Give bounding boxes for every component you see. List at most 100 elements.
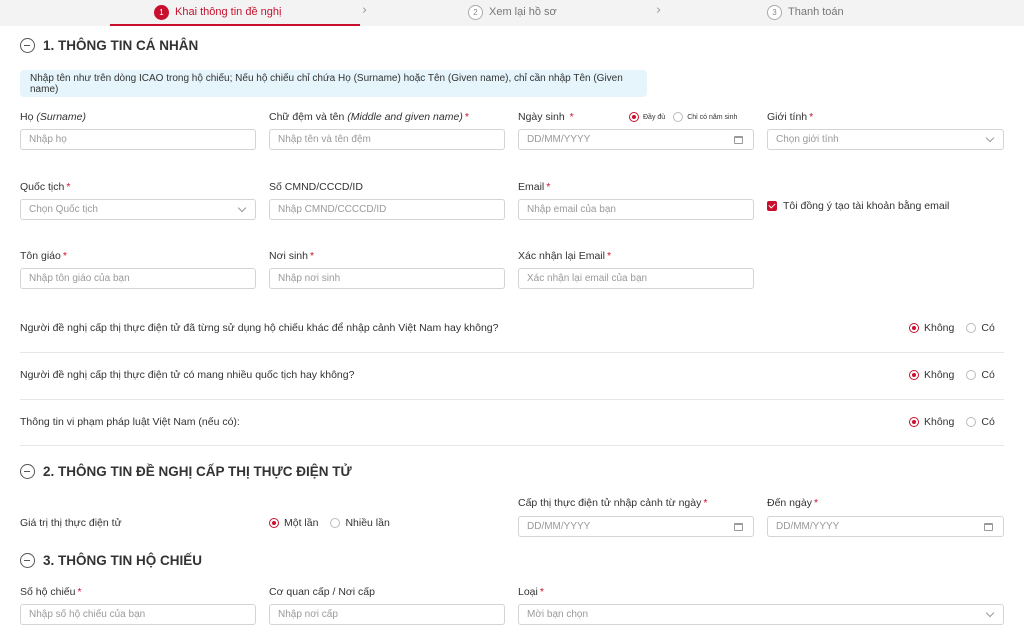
step-2[interactable]: 2 Xem lại hồ sơ (468, 4, 557, 20)
gender-label-text: Giới tính (767, 111, 808, 123)
visa-to-label: Đến ngày * (767, 497, 818, 509)
divider (20, 352, 1004, 353)
gender-select[interactable]: Chọn giới tính (767, 129, 1004, 150)
create-account-checkbox-row[interactable]: Tôi đồng ý tạo tài khoản bằng email (767, 200, 949, 212)
checkbox-checked-icon[interactable] (767, 201, 777, 211)
visa-to-date-input[interactable]: DD/MM/YYYY (767, 516, 1004, 537)
nationality-select[interactable]: Chọn Quốc tịch (20, 199, 256, 220)
collapse-icon[interactable] (20, 38, 35, 53)
collapse-icon[interactable] (20, 553, 35, 568)
religion-placeholder: Nhập tôn giáo của bạn (29, 273, 130, 284)
option-no[interactable]: Không (909, 416, 954, 428)
option-yes[interactable]: Có (966, 322, 995, 334)
passport-type-label-text: Loại (518, 586, 538, 598)
dob-type-radio-group: Đầy đủ Chỉ có năm sinh (629, 112, 745, 122)
visa-from-placeholder: DD/MM/YYYY (527, 521, 591, 532)
option-yes-label: Có (981, 369, 995, 381)
dob-label: Ngày sinh * (518, 111, 574, 123)
given-name-input[interactable]: Nhập tên và tên đệm (269, 129, 505, 150)
surname-label: Họ (Surname) (20, 111, 86, 123)
religion-label-text: Tôn giáo (20, 250, 61, 262)
section-visa-header[interactable]: 2. THÔNG TIN ĐỀ NGHỊ CẤP THỊ THỰC ĐIỆN T… (20, 464, 352, 479)
nationality-placeholder: Chọn Quốc tịch (29, 204, 98, 215)
chevron-down-icon (985, 608, 995, 618)
radio-selected-icon[interactable] (909, 417, 919, 427)
active-step-underline (110, 24, 360, 26)
issuer-label-text: Cơ quan cấp / Nơi cấp (269, 586, 375, 598)
step-3[interactable]: 3 Thanh toán (767, 4, 844, 20)
dob-input[interactable]: DD/MM/YYYY (518, 129, 754, 150)
chevron-right-icon: › (362, 3, 368, 18)
dob-label-text: Ngày sinh (518, 111, 565, 123)
question-multiple-nationality: Người đề nghị cấp thị thực điện tử có ma… (20, 369, 355, 381)
given-name-placeholder: Nhập tên và tên đệm (278, 134, 371, 145)
icao-info-note: Nhập tên như trên dòng ICAO trong hộ chi… (20, 70, 647, 97)
question-law-violation-radios: Không Có (909, 416, 1007, 428)
email-confirm-label: Xác nhận lại Email * (518, 250, 611, 262)
radio-selected-icon[interactable] (269, 518, 279, 528)
surname-input[interactable]: Nhập họ (20, 129, 256, 150)
required-mark: * (809, 111, 814, 123)
option-yes[interactable]: Có (966, 416, 995, 428)
birthplace-input[interactable]: Nhập nơi sinh (269, 268, 505, 289)
visa-to-label-text: Đến ngày (767, 497, 812, 509)
given-name-label-text: Chữ đệm và tên (269, 111, 345, 123)
given-name-label: Chữ đệm và tên (Middle and given name) * (269, 111, 469, 123)
surname-label-text: Họ (20, 111, 34, 123)
section-passport-title: 3. THÔNG TIN HỘ CHIẾU (43, 553, 203, 568)
religion-input[interactable]: Nhập tôn giáo của bạn (20, 268, 256, 289)
passport-type-label: Loại * (518, 586, 544, 598)
dob-full-label: Đầy đủ (643, 113, 666, 121)
email-input[interactable]: Nhập email của bạn (518, 199, 754, 220)
required-mark: * (62, 250, 67, 262)
radio-icon[interactable] (966, 417, 977, 427)
section-passport-header[interactable]: 3. THÔNG TIN HỘ CHIẾU (20, 553, 202, 568)
passport-type-select[interactable]: Mời bạn chọn (518, 604, 1004, 625)
radio-selected-icon[interactable] (909, 370, 919, 380)
question-multiple-nationality-radios: Không Có (909, 369, 1007, 381)
step-2-label: Xem lại hồ sơ (489, 6, 557, 18)
dob-full-option[interactable]: Đầy đủ (629, 112, 665, 122)
visa-validity-label: Giá trị thị thực điện tử (20, 517, 122, 529)
email-confirm-input[interactable]: Xác nhận lại email của bạn (518, 268, 754, 289)
email-label: Email * (518, 181, 550, 193)
radio-icon[interactable] (330, 518, 341, 528)
radio-icon[interactable] (673, 112, 684, 122)
option-yes-label: Có (981, 416, 995, 428)
chevron-right-icon: › (656, 3, 662, 18)
visa-from-date-input[interactable]: DD/MM/YYYY (518, 516, 754, 537)
passport-no-label-text: Số hộ chiếu (20, 586, 76, 598)
option-yes[interactable]: Có (966, 369, 995, 381)
calendar-icon[interactable] (734, 522, 743, 531)
collapse-icon[interactable] (20, 464, 35, 479)
passport-no-input[interactable]: Nhập số hộ chiếu của bạn (20, 604, 256, 625)
single-entry-label: Một lần (284, 517, 319, 529)
surname-placeholder: Nhập họ (29, 134, 67, 145)
birthplace-label: Nơi sinh * (269, 250, 314, 262)
section-visa-title: 2. THÔNG TIN ĐỀ NGHỊ CẤP THỊ THỰC ĐIỆN T… (43, 464, 352, 479)
question-other-passport-radios: Không Có (909, 322, 1007, 334)
dob-year-only-option[interactable]: Chỉ có năm sinh (673, 112, 737, 122)
option-no-label: Không (924, 416, 955, 428)
option-yes-label: Có (981, 322, 995, 334)
step-1[interactable]: 1 Khai thông tin đề nghị (154, 4, 281, 20)
radio-icon[interactable] (966, 323, 977, 333)
id-number-input[interactable]: Nhập CMND/CCCCD/ID (269, 199, 505, 220)
section-personal-header[interactable]: 1. THÔNG TIN CÁ NHÂN (20, 38, 198, 53)
radio-selected-icon[interactable] (629, 112, 639, 122)
nationality-label: Quốc tịch * (20, 181, 70, 193)
radio-icon[interactable] (966, 370, 977, 380)
nationality-label-text: Quốc tịch (20, 181, 65, 193)
calendar-icon[interactable] (734, 135, 743, 144)
multiple-entry-option[interactable]: Nhiều lần (330, 517, 390, 529)
calendar-icon[interactable] (984, 522, 993, 531)
issuer-input[interactable]: Nhập nơi cấp (269, 604, 505, 625)
email-placeholder: Nhập email của bạn (527, 204, 616, 215)
option-no[interactable]: Không (909, 369, 954, 381)
single-entry-option[interactable]: Một lần (269, 517, 318, 529)
option-no[interactable]: Không (909, 322, 954, 334)
visa-from-label-text: Cấp thị thực điện tử nhập cảnh từ ngày (518, 497, 702, 509)
radio-selected-icon[interactable] (909, 323, 919, 333)
chevron-down-icon (985, 133, 995, 143)
dob-placeholder: DD/MM/YYYY (527, 134, 591, 145)
